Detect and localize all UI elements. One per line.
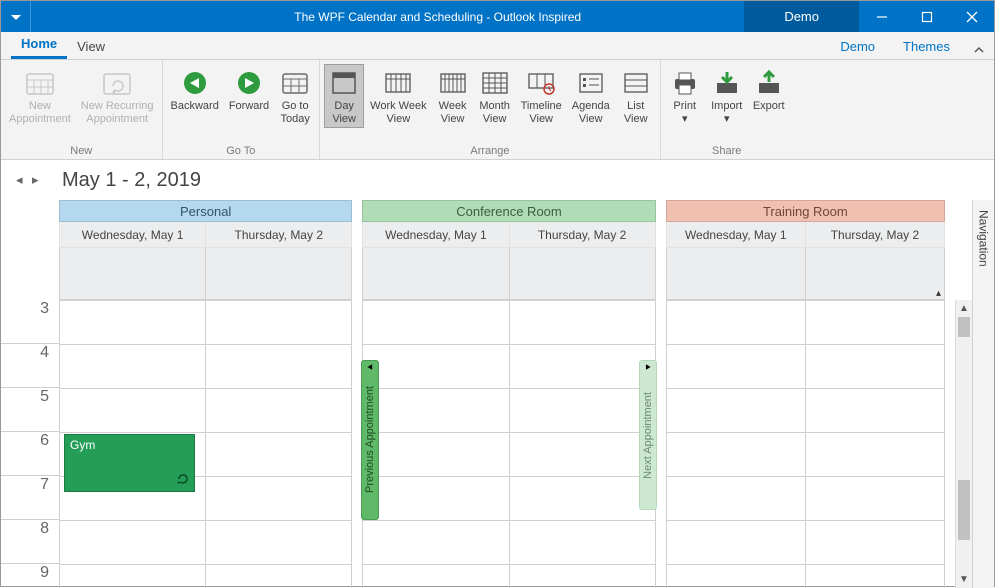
new-appointment-button[interactable]: New Appointment [5,64,75,128]
month-view-button[interactable]: Month View [475,64,515,128]
day-view-button[interactable]: Day View [324,64,364,128]
ribbon-tabs: Home View Demo Themes [1,32,994,60]
day-header[interactable]: Thursday, May 2 [206,222,352,248]
resource-header-personal[interactable]: Personal [59,200,352,222]
calendar-icon [24,69,56,97]
arrow-left-circle-icon [179,69,211,97]
allday-cell[interactable]: ▴ [666,248,806,300]
work-week-view-button[interactable]: Work Week View [366,64,430,128]
grid-day[interactable] [205,300,352,588]
grid-day[interactable] [509,300,656,588]
day-header[interactable]: Wednesday, May 1 [666,222,806,248]
allday-cell[interactable] [59,248,206,300]
vertical-scrollbar[interactable]: ▲ ▼ [955,300,972,588]
import-button[interactable]: Import▾ [707,64,747,128]
grid-col-conference: ⯇ Previous Appointment ⯈ Next Appointmen… [362,300,655,588]
date-prev-button[interactable]: ◂ [16,172,32,188]
backward-button[interactable]: Backward [167,64,223,115]
print-button[interactable]: Print▾ [665,64,705,128]
forward-button[interactable]: Forward [225,64,273,115]
day-header[interactable]: Thursday, May 2 [806,222,945,248]
allday-cell[interactable] [806,248,945,300]
timeline-view-button[interactable]: Timeline View [517,64,566,128]
window-title: The WPF Calendar and Scheduling - Outloo… [31,10,744,24]
scroll-down-button[interactable]: ▼ [956,571,972,588]
chevron-right-icon: ⯈ [644,363,652,374]
go-to-today-button[interactable]: Go to Today [275,64,315,128]
next-appointment-flag[interactable]: ⯈ Next Appointment [639,360,657,510]
day-header[interactable]: Wednesday, May 1 [59,222,206,248]
allday-cell[interactable] [206,248,352,300]
grid-day[interactable] [666,300,805,588]
quick-access-dropdown[interactable] [1,1,31,32]
week-view-button[interactable]: Week View [433,64,473,128]
scheduler: Personal Wednesday, May 1Thursday, May 2… [1,200,994,588]
day-header[interactable]: Thursday, May 2 [510,222,656,248]
new-recurring-appointment-button[interactable]: New Recurring Appointment [77,64,158,128]
time-ruler: 3 4 5 6 7 8 9 [1,300,59,588]
resource-header-training[interactable]: Training Room [666,200,945,222]
date-next-button[interactable]: ▸ [32,172,48,188]
agenda-view-button[interactable]: Agenda View [568,64,614,128]
link-themes[interactable]: Themes [889,34,964,59]
appointment-gym[interactable]: Gym [64,434,195,492]
list-icon [620,69,652,97]
day-header[interactable]: Wednesday, May 1 [362,222,509,248]
previous-appointment-flag[interactable]: ⯇ Previous Appointment [361,360,379,520]
expand-down-icon[interactable]: ▴ [936,288,941,299]
day-view-icon [328,69,360,97]
work-week-icon [382,69,414,97]
time-grid: 3 4 5 6 7 8 9 Gym [1,300,972,588]
grid-day[interactable] [362,300,508,588]
ribbon-group-share: Print▾ Import▾ Export Share [661,60,793,159]
list-view-button[interactable]: List View [616,64,656,128]
minimize-button[interactable] [859,1,904,32]
calendar-recur-icon [101,69,133,97]
demo-badge: Demo [744,1,859,32]
printer-icon [669,69,701,97]
month-view-icon [479,69,511,97]
link-demo[interactable]: Demo [826,34,889,59]
chevron-left-icon: ⯇ [366,363,374,374]
scrollbar-thumb[interactable] [958,317,970,337]
calendar-today-icon [279,69,311,97]
resource-header-conference[interactable]: Conference Room [362,200,655,222]
allday-row: ▴ [1,248,972,300]
navigation-side-panel[interactable]: Navigation [972,200,994,588]
agenda-icon [575,69,607,97]
maximize-button[interactable] [904,1,949,32]
arrow-right-circle-icon [233,69,265,97]
week-view-icon [437,69,469,97]
grid-day[interactable]: Gym [59,300,205,588]
date-range-header: ◂ ▸ May 1 - 2, 2019 [1,160,994,200]
export-icon [753,69,785,97]
ribbon: New Appointment New Recurring Appointmen… [1,60,994,160]
tab-home[interactable]: Home [11,31,67,59]
timeline-icon [525,69,557,97]
grid-day[interactable] [805,300,945,588]
collapse-ribbon-button[interactable] [964,44,994,59]
export-button[interactable]: Export [749,64,789,115]
date-range-text: May 1 - 2, 2019 [62,169,201,192]
allday-cell[interactable] [362,248,509,300]
titlebar: The WPF Calendar and Scheduling - Outloo… [1,1,994,32]
grid-col-personal: Gym [59,300,352,588]
scroll-up-button[interactable]: ▲ [956,300,972,317]
ribbon-group-arrange: Day View Work Week View Week View Month … [320,60,661,159]
ribbon-group-new: New Appointment New Recurring Appointmen… [1,60,163,159]
scrollbar-thumb[interactable] [958,480,970,540]
allday-cell[interactable] [510,248,656,300]
close-button[interactable] [949,1,994,32]
tab-view[interactable]: View [67,34,115,59]
recurrence-icon [176,472,190,489]
ribbon-group-goto: Backward Forward Go to Today Go To [163,60,321,159]
resource-header-row: Personal Wednesday, May 1Thursday, May 2… [1,200,972,248]
grid-col-training [666,300,945,588]
import-icon [711,69,743,97]
